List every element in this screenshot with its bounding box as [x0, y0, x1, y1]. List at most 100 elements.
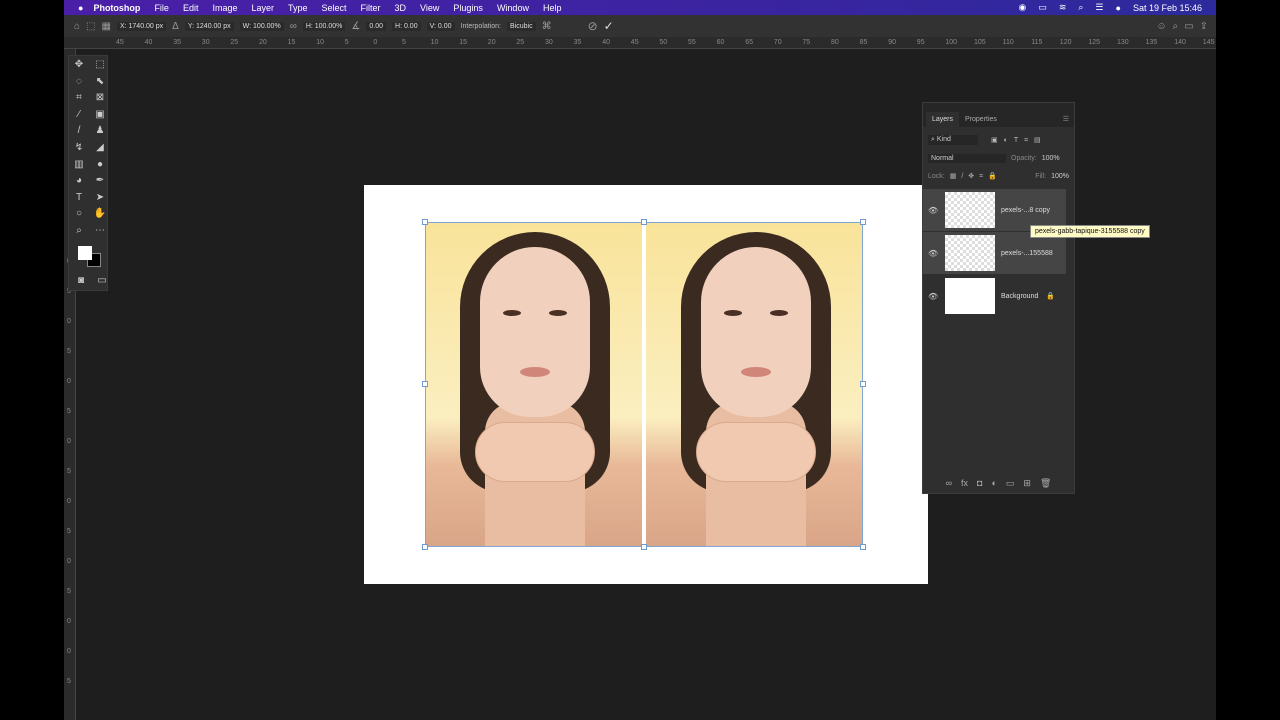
creative-cloud-icon[interactable]: ◉ [1018, 2, 1026, 13]
transform-handle[interactable] [422, 381, 428, 387]
menu-app[interactable]: Photoshop [93, 3, 140, 13]
menu-layer[interactable]: Layer [251, 3, 274, 13]
crop-tool-icon[interactable]: ⌗ [72, 91, 86, 105]
blur-tool-icon[interactable]: ● [93, 158, 107, 172]
wifi-icon[interactable]: ≋ [1059, 2, 1067, 13]
brush-tool-icon[interactable]: / [72, 124, 86, 138]
delta-icon[interactable]: Δ [172, 21, 179, 32]
quick-mask-icon[interactable]: ◙ [74, 274, 88, 288]
path-select-icon[interactable]: ➤ [93, 191, 107, 205]
menu-edit[interactable]: Edit [183, 3, 199, 13]
tab-layers[interactable]: Layers [926, 112, 960, 127]
transform-handle[interactable] [641, 544, 647, 550]
transform-handle[interactable] [860, 381, 866, 387]
hand-tool-icon[interactable]: ✋ [93, 207, 107, 221]
transform-handle[interactable] [860, 544, 866, 550]
visibility-eye-icon[interactable]: 👁 [928, 206, 938, 215]
reference-point-icon[interactable]: ▦ [102, 21, 111, 32]
tab-properties[interactable]: Properties [959, 112, 1003, 127]
horizontal-ruler[interactable]: 45 40 35 30 25 20 15 10 5 0 5 10 15 20 25 30 35 40 45 50 55 6… [64, 37, 1216, 49]
gradient-tool-icon[interactable]: ▥ [72, 158, 86, 172]
transform-handle[interactable] [641, 219, 647, 225]
menu-filter[interactable]: Filter [361, 3, 381, 13]
link-layers-icon[interactable]: ∞ [946, 478, 952, 489]
interpolation-select[interactable]: Bicubic [507, 21, 536, 31]
fill-field[interactable]: 100% [1051, 173, 1069, 180]
spotlight-icon[interactable]: ⌕ [1078, 2, 1083, 13]
menu-type[interactable]: Type [288, 3, 308, 13]
delete-layer-icon[interactable]: 🗑 [1040, 478, 1051, 489]
visibility-eye-icon[interactable]: 👁 [928, 249, 938, 258]
screen-mode-icon[interactable]: ▭ [95, 274, 109, 288]
marquee-tool-icon[interactable]: ⬚ [93, 58, 107, 72]
tool-preset-icon[interactable]: ⬚ [86, 21, 95, 32]
h-skew-field[interactable]: H: 0.00 [392, 21, 421, 31]
y-field[interactable]: Y: 1240.00 px [184, 21, 234, 31]
menu-3d[interactable]: 3D [395, 3, 407, 13]
new-group-icon[interactable]: ▭ [1006, 478, 1015, 489]
layer-name[interactable]: pexels-...155588 [1001, 250, 1053, 257]
menu-select[interactable]: Select [322, 3, 347, 13]
transform-handle[interactable] [422, 219, 428, 225]
layer-row[interactable]: 👁 Background 🔒 [923, 275, 1066, 317]
x-field[interactable]: X: 1740.00 px [116, 21, 167, 31]
blend-mode-select[interactable]: Normal [928, 153, 1006, 163]
commit-transform-icon[interactable]: ✓ [604, 19, 614, 33]
stamp-tool-icon[interactable]: ♟ [93, 124, 107, 138]
filter-kind-select[interactable]: ⌕ Kind [928, 135, 978, 145]
menu-window[interactable]: Window [497, 3, 529, 13]
layer-name[interactable]: pexels-...8 copy [1001, 207, 1050, 214]
siri-icon[interactable]: ● [1116, 3, 1121, 13]
control-center-icon[interactable]: ☰ [1095, 2, 1103, 13]
angle-field[interactable]: 0.00 [366, 21, 387, 31]
more-tools-icon[interactable]: ⋯ [93, 224, 107, 238]
menu-file[interactable]: File [154, 3, 169, 13]
pen-tool-icon[interactable]: ✒ [93, 174, 107, 188]
visibility-eye-icon[interactable]: 👁 [928, 292, 938, 301]
adjustment-layer-icon[interactable]: ◐ [991, 478, 996, 489]
apple-icon[interactable]: ● [78, 3, 83, 13]
panel-menu-icon[interactable]: ☰ [1063, 115, 1069, 123]
layer-row[interactable]: 👁 pexels-...155588 [923, 232, 1066, 274]
fx-icon[interactable]: fx [961, 478, 968, 489]
lasso-tool-icon[interactable]: ◌ [72, 75, 86, 89]
shape-tool-icon[interactable]: ○ [72, 207, 86, 221]
dodge-tool-icon[interactable]: ◕ [72, 174, 86, 188]
zoom-tool-icon[interactable]: ⌕ [72, 224, 86, 238]
lock-icons[interactable]: ▦/✥⌗🔒 [950, 172, 1002, 181]
foreground-color-swatch[interactable] [78, 246, 92, 260]
eyedropper-tool-icon[interactable]: ⁄ [72, 108, 86, 122]
share-user-icon[interactable]: ☺ [1156, 21, 1166, 32]
height-field[interactable]: H: 100.00% [302, 21, 346, 31]
healing-tool-icon[interactable]: ▣ [93, 108, 107, 122]
menu-view[interactable]: View [420, 3, 439, 13]
move-tool-icon[interactable]: ✥ [72, 58, 86, 72]
transform-bounding-box[interactable] [422, 219, 866, 550]
frame-tool-icon[interactable]: ⊠ [93, 91, 107, 105]
object-select-tool-icon[interactable]: ⬉ [93, 75, 107, 89]
share-icon[interactable]: ⇪ [1200, 21, 1208, 32]
warp-icon[interactable]: ⌘ [542, 21, 552, 32]
clock[interactable]: Sat 19 Feb 15:46 [1133, 3, 1202, 13]
new-layer-icon[interactable]: ⊞ [1023, 478, 1031, 489]
type-tool-icon[interactable]: T [72, 191, 86, 205]
add-mask-icon[interactable]: ◘ [977, 478, 982, 489]
opacity-field[interactable]: 100% [1042, 155, 1060, 162]
transform-handle[interactable] [422, 544, 428, 550]
cancel-transform-icon[interactable]: ⊘ [588, 19, 598, 33]
menu-plugins[interactable]: Plugins [453, 3, 483, 13]
width-field[interactable]: W: 100.00% [239, 21, 284, 31]
transform-handle[interactable] [860, 219, 866, 225]
battery-icon[interactable]: ▭ [1038, 2, 1047, 13]
menu-image[interactable]: Image [212, 3, 237, 13]
v-skew-field[interactable]: V: 0.00 [426, 21, 455, 31]
home-icon[interactable]: ⌂ [74, 21, 80, 32]
eraser-tool-icon[interactable]: ◢ [93, 141, 107, 155]
history-brush-icon[interactable]: ↯ [72, 141, 86, 155]
menu-help[interactable]: Help [543, 3, 562, 13]
search-icon[interactable]: ⌕ [1173, 21, 1179, 32]
link-icon[interactable]: ∞ [290, 21, 297, 32]
filter-type-icons[interactable]: ▣◐T⌗▤ [991, 136, 1047, 145]
layer-name[interactable]: Background [1001, 293, 1038, 300]
workspace-icon[interactable]: ▭ [1184, 21, 1193, 32]
